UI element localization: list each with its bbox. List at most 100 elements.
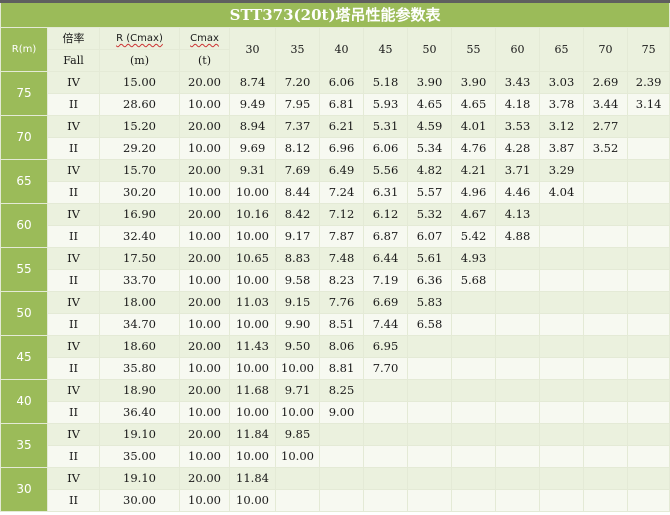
table-row: II 30.20 10.00 10.00 8.44 7.24 6.31 5.57 4.96 4.4… (1, 181, 670, 204)
load-cell: 10.00 (275, 445, 320, 468)
rcmax-header: R (Cmax) (99, 27, 180, 50)
rcmax-cell: 15.20 (99, 115, 180, 138)
load-cell (583, 291, 628, 314)
load-cell: 9.49 (229, 93, 276, 116)
load-cell: 6.06 (319, 71, 364, 94)
load-cell: 5.61 (407, 247, 452, 270)
load-cell: 8.44 (275, 181, 320, 204)
load-cell (626, 159, 670, 182)
load-cell: 7.48 (319, 247, 364, 270)
rcmax-cell: 16.90 (99, 203, 180, 226)
load-cell: 3.03 (539, 71, 584, 94)
load-cell: 10.00 (275, 401, 320, 424)
load-cell (583, 467, 628, 490)
load-cell: 4.21 (451, 159, 496, 182)
load-cell: 10.00 (229, 313, 276, 336)
fall-cell: II (47, 269, 100, 292)
rcmax-cell: 19.10 (99, 467, 180, 490)
cmax-cell: 10.00 (179, 357, 230, 380)
load-cell: 8.51 (319, 313, 364, 336)
load-cell (407, 401, 452, 424)
load-cell (583, 489, 628, 512)
fall-cell: IV (47, 467, 100, 490)
fall-cell: II (47, 137, 100, 160)
load-cell (495, 401, 540, 424)
fall-cell: II (47, 489, 100, 512)
fall-cell: II (47, 181, 100, 204)
cmax-cell: 10.00 (179, 93, 230, 116)
load-cell (626, 357, 670, 380)
radius-header: 30 (229, 27, 276, 72)
cmax-cell: 20.00 (179, 467, 230, 490)
table-row: II 32.40 10.00 10.00 9.17 7.87 6.87 6.07 5.42 4.8… (1, 225, 670, 248)
load-cell: 5.32 (407, 203, 452, 226)
load-cell (539, 291, 584, 314)
load-cell (539, 423, 584, 446)
load-cell: 7.37 (275, 115, 320, 138)
load-cell (407, 379, 452, 402)
load-cell: 7.12 (319, 203, 364, 226)
load-cell: 7.24 (319, 181, 364, 204)
load-cell (495, 357, 540, 380)
table-row: 65 IV 15.70 20.00 9.31 7.69 6.49 5.56 4.82 4.21 3.… (0, 159, 670, 204)
load-cell (495, 445, 540, 468)
load-cell: 5.31 (363, 115, 408, 138)
fall-cell: IV (47, 423, 100, 446)
load-cell: 6.58 (407, 313, 452, 336)
rcmax-cell: 32.40 (99, 225, 180, 248)
rcmax-cell: 15.00 (99, 71, 180, 94)
load-cell (495, 379, 540, 402)
load-cell (626, 137, 670, 160)
load-cell: 4.04 (539, 181, 584, 204)
fall-cell: IV (47, 159, 100, 182)
load-cell: 4.88 (495, 225, 540, 248)
table-row: 40 IV 18.90 20.00 11.68 9.71 8.25 (0, 379, 670, 424)
load-cell: 4.01 (451, 115, 496, 138)
fall-cell: IV (47, 379, 100, 402)
fall-header-cn: 倍率 (47, 27, 100, 50)
load-cell: 3.87 (539, 137, 584, 160)
load-cell (363, 423, 408, 446)
load-cell: 7.44 (363, 313, 408, 336)
load-cell (626, 269, 670, 292)
load-cell (539, 335, 584, 358)
load-cell: 3.44 (583, 93, 628, 116)
load-cell (451, 445, 496, 468)
crane-load-table: STT373(20t)塔吊性能参数表 R(m) 倍率 R (Cmax) Cmax… (0, 0, 670, 512)
load-cell: 7.69 (275, 159, 320, 182)
load-cell: 7.76 (319, 291, 364, 314)
load-cell (363, 401, 408, 424)
load-cell (495, 335, 540, 358)
load-cell: 6.95 (363, 335, 408, 358)
load-cell: 7.70 (363, 357, 408, 380)
load-cell: 9.90 (275, 313, 320, 336)
radius-header: 65 (539, 27, 584, 72)
rcmax-cell: 29.20 (99, 137, 180, 160)
cmax-cell: 10.00 (179, 137, 230, 160)
fall-cell: II (47, 357, 100, 380)
load-cell (539, 357, 584, 380)
cmax-cell: 20.00 (179, 423, 230, 446)
load-cell (626, 181, 670, 204)
fall-cell: IV (47, 71, 100, 94)
load-cell: 3.12 (539, 115, 584, 138)
load-cell: 8.25 (319, 379, 364, 402)
load-cell: 4.59 (407, 115, 452, 138)
table-row: 70 IV 15.20 20.00 8.94 7.37 6.21 5.31 4.59 4.01 3.… (0, 115, 670, 160)
load-cell (495, 247, 540, 270)
table-row: 60 IV 16.90 20.00 10.16 8.42 7.12 6.12 5.32 4.67 4… (0, 203, 670, 248)
rcmax-cell: 35.80 (99, 357, 180, 380)
load-cell: 4.13 (495, 203, 540, 226)
load-cell (407, 445, 452, 468)
load-cell: 3.71 (495, 159, 540, 182)
load-cell (583, 335, 628, 358)
load-cell: 9.15 (275, 291, 320, 314)
load-cell: 4.96 (451, 181, 496, 204)
load-cell (626, 247, 670, 270)
load-cell: 4.65 (407, 93, 452, 116)
load-cell: 5.34 (407, 137, 452, 160)
load-cell (451, 401, 496, 424)
cmax-cell: 10.00 (179, 489, 230, 512)
load-cell: 9.00 (319, 401, 364, 424)
fall-cell: II (47, 401, 100, 424)
